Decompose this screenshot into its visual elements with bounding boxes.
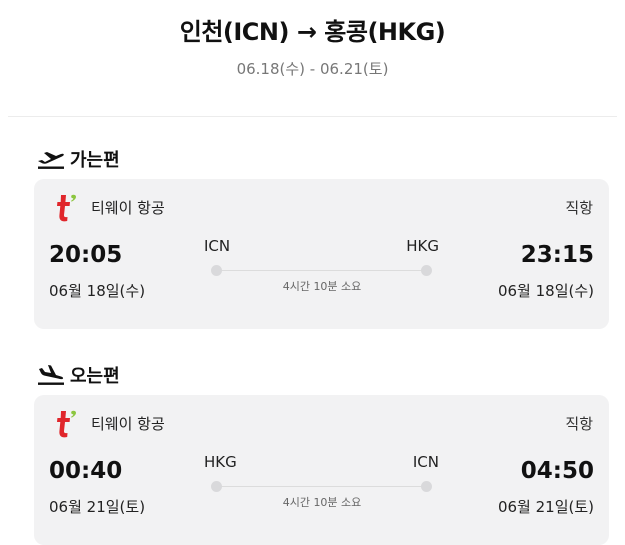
tway-logo-icon <box>57 410 77 438</box>
flight-type-badge: 직항 <box>565 415 593 433</box>
airline-name: 티웨이 항공 <box>91 415 165 433</box>
arrival-time: 23:15 <box>520 242 594 268</box>
plane-landing-icon <box>38 365 64 385</box>
flight-duration: 4시간 10분 소요 <box>282 496 362 509</box>
inbound-section-header: 오는편 <box>36 362 120 388</box>
flight-duration: 4시간 10분 소요 <box>282 280 362 293</box>
departure-date: 06월 18일(수) <box>49 282 146 300</box>
flight-path-line <box>217 270 427 271</box>
departure-airport-code: HKG <box>204 453 237 471</box>
departure-time: 20:05 <box>49 242 123 268</box>
departure-date: 06월 21일(토) <box>49 498 146 516</box>
trip-date-range: 06.18(수) - 06.21(토) <box>236 60 389 78</box>
route-title: 인천(ICN) → 홍콩(HKG) <box>179 18 446 46</box>
flight-path-line <box>217 486 427 487</box>
tway-logo-icon <box>57 194 77 222</box>
arrival-airport-code: ICN <box>412 453 439 471</box>
arrival-date: 06월 18일(수) <box>497 282 594 300</box>
arrival-dot <box>421 481 432 492</box>
flight-type-badge: 직항 <box>565 199 593 217</box>
header-divider <box>8 116 617 117</box>
inbound-section-label: 오는편 <box>70 366 120 387</box>
arrival-airport-code: HKG <box>406 237 439 255</box>
plane-takeoff-icon <box>38 152 64 169</box>
arrival-date: 06월 21일(토) <box>497 498 594 516</box>
outbound-section-label: 가는편 <box>70 150 120 171</box>
departure-airport-code: ICN <box>204 237 231 255</box>
inbound-flight-card[interactable]: 티웨이 항공 직항 00:40 06월 21일(토) HKG ICN 4시간 1… <box>34 395 609 545</box>
departure-dot <box>211 481 222 492</box>
departure-dot <box>211 265 222 276</box>
arrival-dot <box>421 265 432 276</box>
trip-header: 인천(ICN) → 홍콩(HKG) 06.18(수) - 06.21(토) <box>0 0 625 116</box>
outbound-flight-card[interactable]: 티웨이 항공 직항 20:05 06월 18일(수) ICN HKG 4시간 1… <box>34 179 609 329</box>
outbound-section-header: 가는편 <box>36 146 120 172</box>
airline-name: 티웨이 항공 <box>91 199 165 217</box>
arrival-time: 04:50 <box>520 458 594 484</box>
departure-time: 00:40 <box>49 458 123 484</box>
